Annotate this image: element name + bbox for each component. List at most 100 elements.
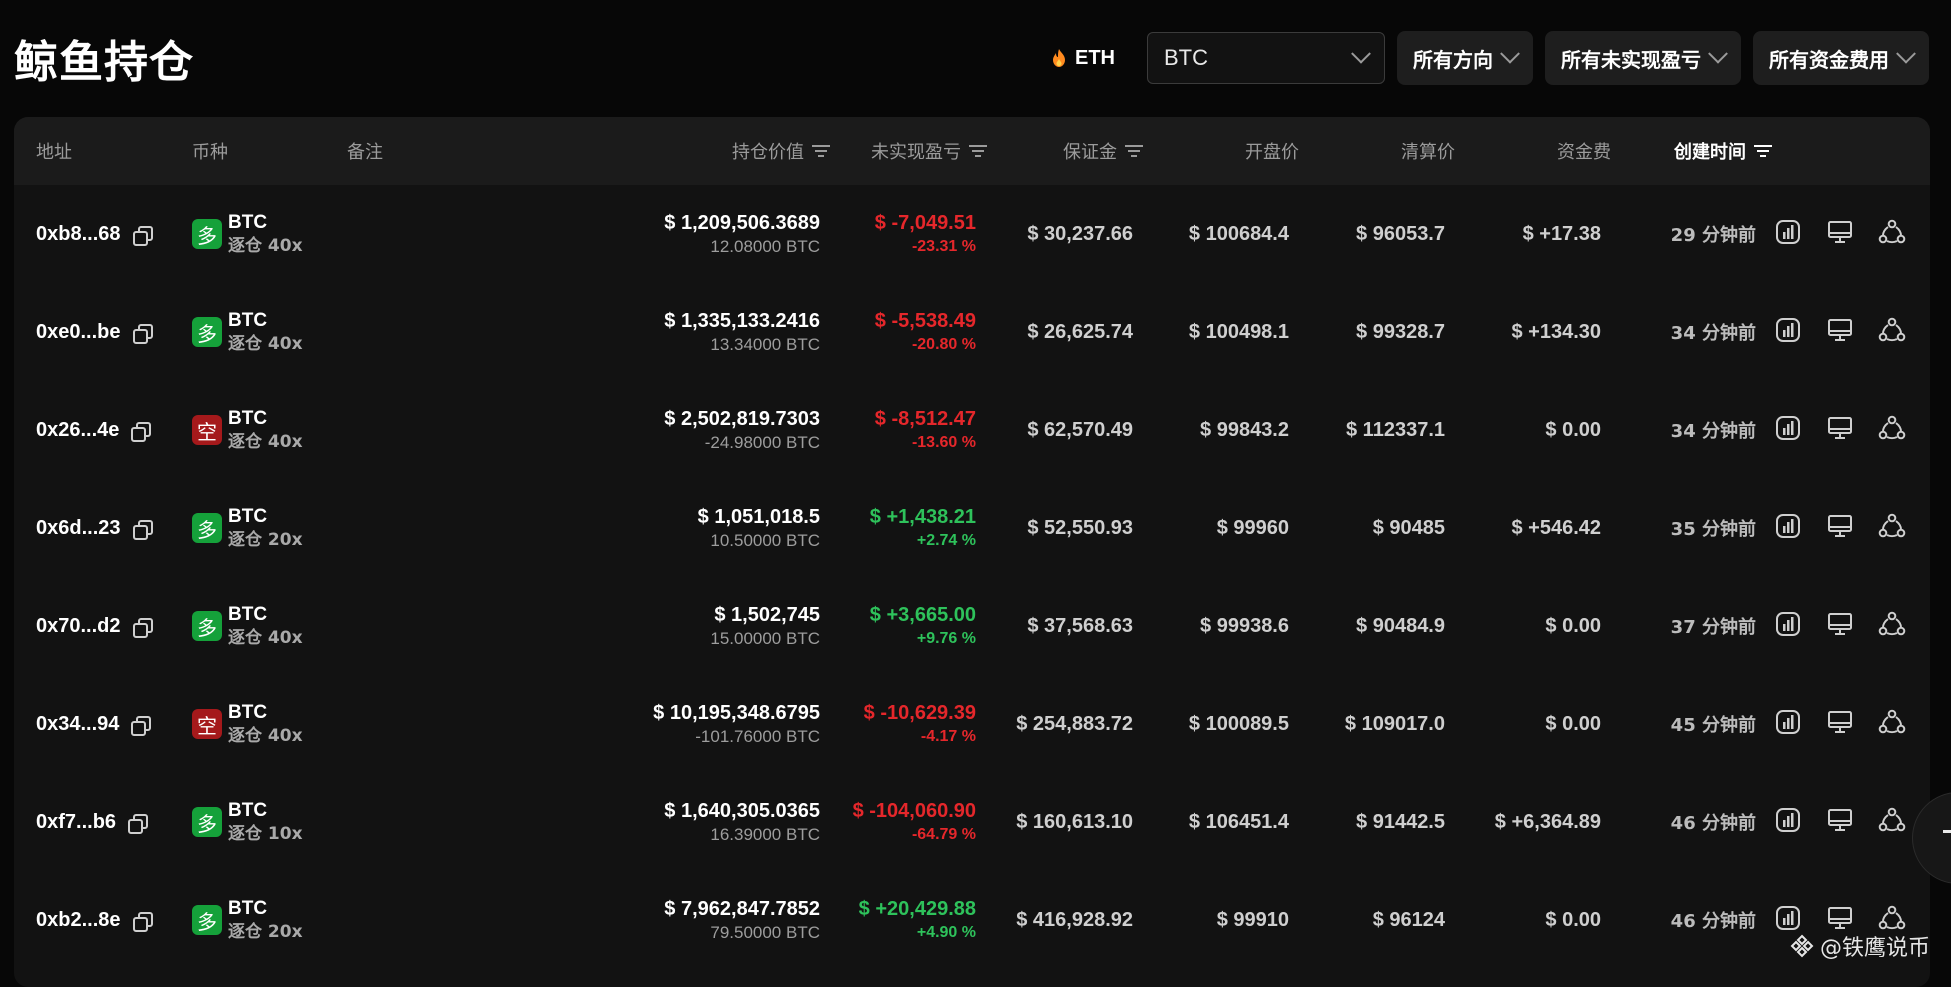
coin-select[interactable]: BTC: [1147, 32, 1385, 84]
position-size: 13.34000 BTC: [710, 335, 820, 354]
table-row[interactable]: 0x70...d2 多 BTC 逐仓 40x $ 1,502,745 15.00…: [14, 577, 1930, 675]
margin-cell: $ 416,928.92: [1016, 871, 1133, 969]
position-value-cell: $ 1,335,133.2416 13.34000 BTC: [664, 283, 820, 381]
funding-cell: $ +6,364.89: [1495, 773, 1601, 871]
sort-icon: [1125, 144, 1143, 158]
col-unrealized-pnl[interactable]: 未实现盈亏: [871, 117, 987, 185]
eth-link[interactable]: ETH: [1043, 31, 1135, 85]
pnl-cell: $ -8,512.47 -13.60 %: [875, 381, 976, 479]
open-price-value: $ 99843.2: [1200, 418, 1289, 441]
address-text[interactable]: 0x26...4e: [36, 419, 119, 442]
address-text[interactable]: 0xe0...be: [36, 321, 121, 344]
chart-icon[interactable]: [1774, 414, 1802, 447]
share-icon[interactable]: [1878, 610, 1906, 643]
copy-icon[interactable]: [132, 519, 153, 540]
created-time: 35 分钟前: [1670, 519, 1756, 540]
table-row[interactable]: 0xe0...be 多 BTC 逐仓 40x $ 1,335,133.2416 …: [14, 283, 1930, 381]
chevron-down-icon: [1500, 43, 1520, 64]
direction-filter[interactable]: 所有方向: [1397, 31, 1533, 85]
address-text[interactable]: 0xb2...8e: [36, 909, 121, 932]
chart-icon[interactable]: [1774, 512, 1802, 545]
margin-value: $ 30,237.66: [1027, 222, 1133, 245]
address-cell: 0xb8...68: [36, 185, 153, 283]
open-price-cell: $ 100498.1: [1189, 283, 1289, 381]
sort-icon: [1754, 144, 1772, 158]
liq-price-value: $ 112337.1: [1346, 418, 1445, 441]
chart-icon[interactable]: [1774, 316, 1802, 349]
row-actions: [1774, 185, 1906, 283]
copy-icon[interactable]: [128, 813, 149, 834]
table-row[interactable]: 0x26...4e 空 BTC 逐仓 40x $ 2,502,819.7303 …: [14, 381, 1930, 479]
pnl-percent: +2.74 %: [916, 532, 976, 549]
funding-value: $ 0.00: [1545, 712, 1601, 735]
table-row[interactable]: 0x34...94 空 BTC 逐仓 40x $ 10,195,348.6795…: [14, 675, 1930, 773]
col-margin[interactable]: 保证金: [1063, 117, 1143, 185]
share-icon[interactable]: [1878, 316, 1906, 349]
address-cell: 0x26...4e: [36, 381, 152, 479]
funding-filter[interactable]: 所有资金费用: [1753, 31, 1929, 85]
monitor-icon[interactable]: [1826, 708, 1854, 741]
eth-label: ETH: [1075, 46, 1115, 69]
monitor-icon[interactable]: [1826, 316, 1854, 349]
address-text[interactable]: 0x70...d2: [36, 615, 121, 638]
funding-value: $ 0.00: [1545, 418, 1601, 441]
row-actions: [1774, 675, 1906, 773]
copy-icon[interactable]: [132, 911, 153, 932]
open-price-value: $ 100498.1: [1188, 320, 1289, 343]
margin-cell: $ 52,550.93: [1027, 479, 1133, 577]
coin-info: BTC 逐仓 20x: [228, 505, 303, 551]
monitor-icon[interactable]: [1826, 512, 1854, 545]
funding-cell: $ 0.00: [1545, 675, 1601, 773]
copy-icon[interactable]: [132, 617, 153, 638]
coin-symbol: BTC: [228, 702, 268, 723]
chart-icon[interactable]: [1774, 218, 1802, 251]
table-row[interactable]: 0xb2...8e 多 BTC 逐仓 20x $ 7,962,847.7852 …: [14, 871, 1930, 969]
monitor-icon[interactable]: [1826, 806, 1854, 839]
open-price-value: $ 100089.5: [1188, 712, 1289, 735]
position-size: 79.50000 BTC: [710, 923, 820, 942]
table-row[interactable]: 0xb8...68 多 BTC 逐仓 40x $ 1,209,506.3689 …: [14, 185, 1930, 283]
monitor-icon[interactable]: [1826, 414, 1854, 447]
margin-value: $ 416,928.92: [1016, 908, 1133, 931]
col-created-time[interactable]: 创建时间: [1674, 117, 1772, 185]
chart-icon[interactable]: [1774, 708, 1802, 741]
share-icon[interactable]: [1878, 708, 1906, 741]
address-text[interactable]: 0xf7...b6: [36, 811, 116, 834]
address-text[interactable]: 0x34...94: [36, 713, 119, 736]
copy-icon[interactable]: [132, 323, 153, 344]
copy-icon[interactable]: [132, 225, 153, 246]
share-icon[interactable]: [1878, 414, 1906, 447]
liq-price-cell: $ 109017.0: [1345, 675, 1445, 773]
table-row[interactable]: 0x6d...23 多 BTC 逐仓 20x $ 1,051,018.5 10.…: [14, 479, 1930, 577]
position-size: 12.08000 BTC: [710, 237, 820, 256]
address-text[interactable]: 0x6d...23: [36, 517, 121, 540]
margin-cell: $ 26,625.74: [1027, 283, 1133, 381]
table-row[interactable]: 0xf7...b6 多 BTC 逐仓 10x $ 1,640,305.0365 …: [14, 773, 1930, 871]
share-icon[interactable]: [1878, 218, 1906, 251]
share-icon[interactable]: [1878, 806, 1906, 839]
time-cell: 35 分钟前: [1671, 479, 1756, 577]
chart-icon[interactable]: [1774, 610, 1802, 643]
row-actions: [1774, 381, 1906, 479]
monitor-icon[interactable]: [1826, 218, 1854, 251]
pnl-filter[interactable]: 所有未实现盈亏: [1545, 31, 1741, 85]
row-actions: [1774, 773, 1906, 871]
address-text[interactable]: 0xb8...68: [36, 223, 121, 246]
coin-symbol: BTC: [228, 800, 268, 821]
chart-icon[interactable]: [1774, 806, 1802, 839]
time-cell: 45 分钟前: [1671, 675, 1756, 773]
monitor-icon[interactable]: [1826, 610, 1854, 643]
time-cell: 46 分钟前: [1671, 773, 1756, 871]
funding-cell: $ 0.00: [1545, 577, 1601, 675]
margin-value: $ 52,550.93: [1027, 516, 1133, 539]
coin-symbol: BTC: [228, 898, 268, 919]
share-icon[interactable]: [1878, 512, 1906, 545]
copy-icon[interactable]: [131, 421, 152, 442]
side-badge: 多: [192, 317, 222, 347]
time-cell: 37 分钟前: [1671, 577, 1756, 675]
col-position-value[interactable]: 持仓价值: [732, 117, 830, 185]
col-coin: 币种: [192, 142, 228, 163]
time-cell: 34 分钟前: [1671, 283, 1756, 381]
side-badge: 多: [192, 905, 222, 935]
copy-icon[interactable]: [131, 715, 152, 736]
